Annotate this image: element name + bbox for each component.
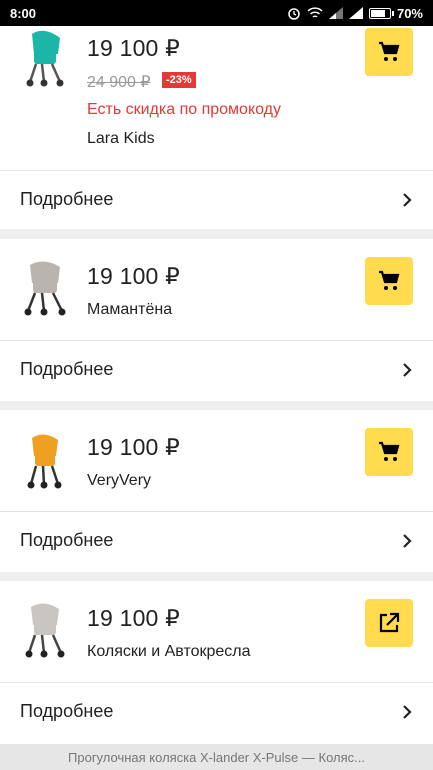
offer-summary[interactable]: 19 100 ₽ Мамантёна xyxy=(0,239,433,340)
chevron-right-icon xyxy=(403,533,412,548)
offer-card: 19 100 ₽ VeryVery Подробнее xyxy=(0,410,433,572)
product-image[interactable] xyxy=(22,28,68,88)
product-image[interactable] xyxy=(22,599,68,659)
signal-icon xyxy=(328,7,343,19)
chevron-right-icon xyxy=(403,362,412,377)
add-to-cart-button[interactable] xyxy=(365,257,413,305)
offer-price: 19 100 ₽ xyxy=(87,35,180,61)
details-row[interactable]: Подробнее xyxy=(0,511,433,569)
offer-price: 19 100 ₽ xyxy=(87,605,180,631)
external-link-icon xyxy=(379,612,400,633)
offer-card: 19 100 ₽ 24 900 ₽ -23% Есть скидка по пр… xyxy=(0,26,433,229)
battery-icon xyxy=(368,7,394,19)
product-image[interactable] xyxy=(22,430,68,490)
shop-name[interactable]: Lara Kids xyxy=(87,130,155,148)
cart-icon xyxy=(379,441,400,461)
battery-level: 70% xyxy=(396,5,423,21)
add-to-cart-button[interactable] xyxy=(365,428,413,476)
offer-summary[interactable]: 19 100 ₽ 24 900 ₽ -23% Есть скидка по пр… xyxy=(0,26,433,170)
cart-icon xyxy=(379,270,400,290)
page-title-bar: Прогулочная коляска X-lander X-Pulse — К… xyxy=(0,744,433,770)
details-row[interactable]: Подробнее xyxy=(0,340,433,398)
cart-icon xyxy=(379,41,400,61)
page-title: Прогулочная коляска X-lander X-Pulse — К… xyxy=(68,749,365,765)
details-label: Подробнее xyxy=(20,189,114,209)
details-row[interactable]: Подробнее xyxy=(0,682,433,740)
shop-name[interactable]: Мамантёна xyxy=(87,301,172,319)
go-to-shop-button[interactable] xyxy=(365,599,413,647)
offer-price: 19 100 ₽ xyxy=(87,263,180,289)
status-time: 8:00 xyxy=(10,5,37,21)
offer-price: 19 100 ₽ xyxy=(87,434,180,460)
discount-badge: -23% xyxy=(162,72,196,88)
details-label: Подробнее xyxy=(20,359,114,379)
offer-card: 19 100 ₽ Коляски и Автокресла Подробнее xyxy=(0,581,433,744)
chevron-right-icon xyxy=(403,192,412,207)
offer-summary[interactable]: 19 100 ₽ VeryVery xyxy=(0,410,433,511)
shop-name[interactable]: Коляски и Автокресла xyxy=(87,643,251,661)
offer-summary[interactable]: 19 100 ₽ Коляски и Автокресла xyxy=(0,581,433,682)
offer-card: 19 100 ₽ Мамантёна Подробнее xyxy=(0,239,433,401)
product-image[interactable] xyxy=(22,257,68,317)
add-to-cart-button[interactable] xyxy=(365,28,413,76)
promo-text: Есть скидка по промокоду xyxy=(87,101,281,118)
shop-name[interactable]: VeryVery xyxy=(87,472,151,490)
offers-list[interactable]: 19 100 ₽ 24 900 ₽ -23% Есть скидка по пр… xyxy=(0,26,433,744)
chevron-right-icon xyxy=(403,704,412,719)
offer-old-price: 24 900 ₽ xyxy=(87,74,151,91)
alarm-icon xyxy=(288,8,300,20)
signal-icon xyxy=(348,7,363,19)
details-label: Подробнее xyxy=(20,701,114,721)
wifi-icon xyxy=(307,6,323,18)
status-icons: 70% xyxy=(287,6,423,21)
status-bar: 8:00 70% xyxy=(0,0,433,26)
details-label: Подробнее xyxy=(20,530,114,550)
details-row[interactable]: Подробнее xyxy=(0,170,433,228)
